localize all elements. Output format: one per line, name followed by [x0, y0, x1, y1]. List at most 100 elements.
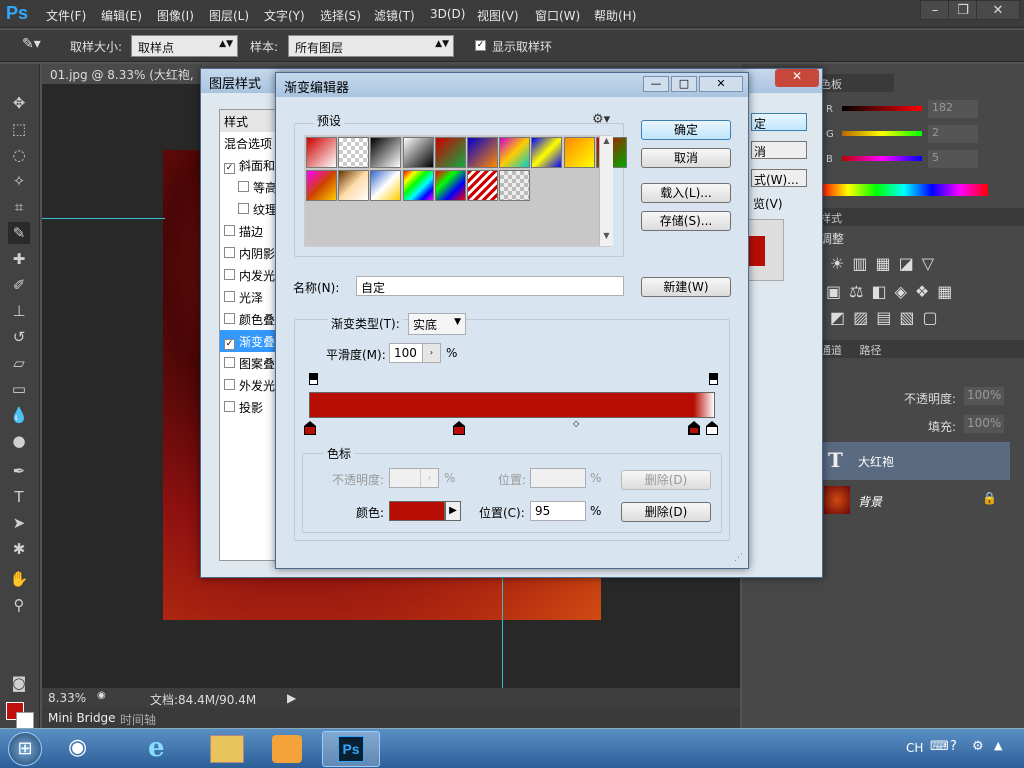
preset-swatch[interactable]: [306, 137, 337, 168]
style-checkbox[interactable]: [224, 269, 235, 280]
guide-horizontal[interactable]: [42, 218, 165, 219]
zoom-tool-icon[interactable]: ⚲: [8, 594, 30, 616]
new-style-button[interactable]: 式(W)...: [751, 169, 807, 187]
presets-gear-icon[interactable]: ⚙▾: [592, 112, 610, 127]
color-menu-arrow-icon[interactable]: ▶: [445, 501, 461, 521]
style-item[interactable]: 投影: [220, 396, 280, 418]
color-stop-1[interactable]: [304, 421, 317, 435]
preset-swatch[interactable]: [434, 169, 466, 201]
channel-slider[interactable]: [842, 156, 922, 161]
sample-select[interactable]: 所有图层 ▲▼: [288, 35, 454, 57]
cancel-button[interactable]: 取消: [641, 148, 731, 168]
style-item[interactable]: ✓ 斜面和: [220, 154, 280, 176]
menu-item-2[interactable]: 图像(I): [157, 7, 194, 24]
tab-mini-bridge[interactable]: Mini Bridge: [48, 711, 116, 725]
pen-tool-icon[interactable]: ✒: [8, 460, 30, 482]
opacity-field[interactable]: 100%: [964, 387, 1004, 405]
brush-tool-icon[interactable]: ✐: [8, 274, 30, 296]
tab-channels[interactable]: 通道: [820, 344, 842, 357]
style-item[interactable]: 纹理: [220, 198, 280, 220]
menu-item-4[interactable]: 文字(Y): [264, 7, 305, 24]
layer-row-text[interactable]: T 大红袍: [820, 442, 1010, 480]
layer-style-close-icon[interactable]: ✕: [775, 69, 819, 87]
tab-swatches[interactable]: 色板: [814, 74, 894, 92]
channel-value[interactable]: 2: [928, 125, 978, 143]
media-player-icon[interactable]: [272, 735, 302, 763]
style-item[interactable]: 颜色叠: [220, 308, 280, 330]
channel-slider[interactable]: [842, 106, 922, 111]
style-checkbox[interactable]: [224, 379, 235, 390]
opacity-stop-left[interactable]: [309, 373, 318, 389]
eyedropper-icon[interactable]: ✎▾: [22, 36, 41, 52]
color-spectrum[interactable]: [820, 184, 988, 196]
stamp-tool-icon[interactable]: ⊥: [8, 300, 30, 322]
resize-grip-icon[interactable]: ⋰: [734, 553, 743, 563]
style-item[interactable]: 外发光: [220, 374, 280, 396]
preset-swatch[interactable]: [370, 169, 402, 201]
crop-tool-icon[interactable]: ⌗: [8, 196, 30, 218]
preset-swatch[interactable]: [338, 137, 370, 168]
fill-field[interactable]: 100%: [964, 415, 1004, 433]
move-tool-icon[interactable]: ✥: [8, 92, 30, 114]
preset-swatch[interactable]: [370, 137, 402, 168]
explorer-icon[interactable]: [210, 735, 244, 763]
app-icon-1[interactable]: ◉: [68, 735, 98, 763]
style-checkbox[interactable]: [238, 181, 249, 192]
tab-paths[interactable]: 路径: [860, 344, 882, 357]
settings-icon[interactable]: ⚙: [972, 739, 984, 754]
status-menu-icon[interactable]: ◉: [97, 690, 106, 701]
maximize-button[interactable]: ❐: [948, 0, 978, 20]
heal-tool-icon[interactable]: ✚: [8, 248, 30, 270]
style-checkbox[interactable]: [224, 357, 235, 368]
channel-value[interactable]: 5: [928, 150, 978, 168]
menu-item-1[interactable]: 编辑(E): [101, 7, 142, 24]
style-item[interactable]: 混合选项: [220, 132, 280, 154]
type-tool-icon[interactable]: T: [8, 486, 30, 508]
dialog-close-icon[interactable]: ✕: [699, 76, 743, 92]
style-item[interactable]: 等高: [220, 176, 280, 198]
document-tab[interactable]: 01.jpg @ 8.33% (大红袍, RG: [42, 64, 202, 97]
path-select-icon[interactable]: ➤: [8, 512, 30, 534]
smoothness-input[interactable]: 100 ›: [389, 343, 441, 363]
stop-location-input[interactable]: 95: [530, 501, 586, 521]
load-button[interactable]: 载入(L)...: [641, 183, 731, 203]
zoom-level[interactable]: 8.33%: [48, 691, 86, 705]
status-arrow-icon[interactable]: ▶: [287, 691, 296, 705]
style-checkbox[interactable]: [224, 401, 235, 412]
menu-item-10[interactable]: 帮助(H): [594, 7, 636, 24]
hand-tool-icon[interactable]: ✋: [8, 568, 30, 590]
channel-value[interactable]: 182: [928, 100, 978, 118]
style-item[interactable]: 图案叠: [220, 352, 280, 374]
gradient-preview-bar[interactable]: [309, 392, 715, 418]
menu-item-6[interactable]: 滤镜(T): [374, 7, 415, 24]
color-stop-2[interactable]: [453, 421, 466, 435]
gradient-tool-icon[interactable]: ▭: [8, 378, 30, 400]
preset-swatch[interactable]: [306, 169, 337, 201]
menu-item-8[interactable]: 视图(V): [477, 7, 519, 24]
dodge-tool-icon[interactable]: ●: [8, 430, 30, 452]
preset-swatch[interactable]: [531, 137, 563, 168]
presets-scrollbar[interactable]: ▲ ▼: [599, 136, 613, 246]
language-indicator[interactable]: CH: [906, 741, 923, 755]
menu-item-0[interactable]: 文件(F): [46, 7, 86, 24]
preview-checkbox-label[interactable]: 览(V): [753, 195, 783, 212]
style-item[interactable]: 光泽: [220, 286, 280, 308]
keyboard-icon[interactable]: ⌨: [930, 739, 949, 754]
layer-style-cancel-button[interactable]: 消: [751, 141, 807, 159]
preset-swatch[interactable]: [402, 169, 434, 201]
style-checkbox[interactable]: ✓: [224, 163, 235, 174]
help-icon[interactable]: ?: [950, 739, 957, 754]
color-stop-3[interactable]: [688, 421, 701, 435]
preset-swatch[interactable]: [499, 137, 531, 168]
menu-item-3[interactable]: 图层(L): [209, 7, 249, 24]
style-checkbox[interactable]: [224, 225, 235, 236]
start-button-icon[interactable]: ⊞: [8, 732, 42, 766]
midpoint-diamond-icon[interactable]: ◇: [573, 419, 579, 428]
menu-item-7[interactable]: 3D(D): [430, 7, 465, 21]
preset-swatch[interactable]: [338, 169, 370, 201]
adjustment-icons-row1[interactable]: ☀▥▦◪▽: [830, 254, 942, 273]
menu-item-9[interactable]: 窗口(W): [535, 7, 580, 24]
preset-swatch[interactable]: [467, 169, 498, 201]
channel-slider[interactable]: [842, 131, 922, 136]
lasso-tool-icon[interactable]: ◌: [8, 144, 30, 166]
